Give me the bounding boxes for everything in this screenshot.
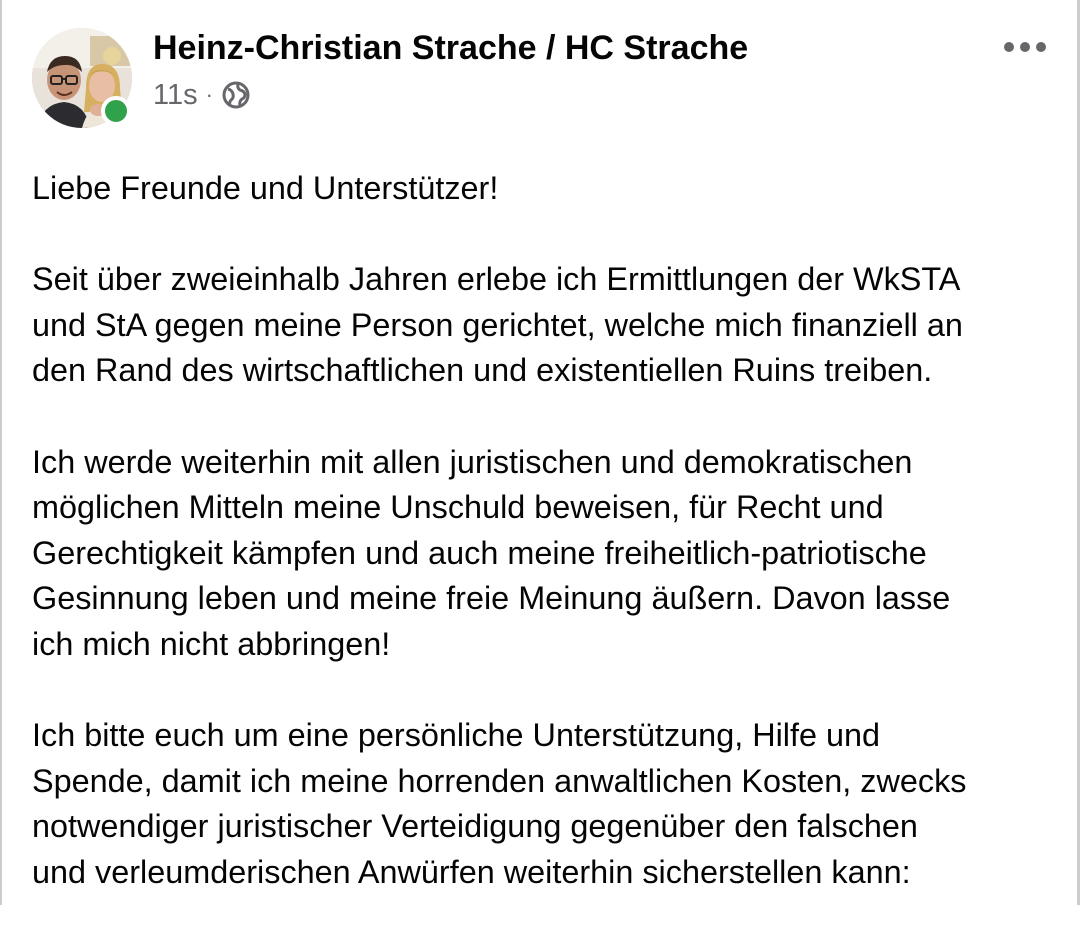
more-options-icon <box>1004 42 1046 52</box>
post-timestamp[interactable]: 11s <box>153 79 198 112</box>
globe-icon[interactable] <box>221 80 251 110</box>
post-header: Heinz-Christian Strache / HC Strache 11s… <box>32 28 1048 130</box>
more-options-button[interactable] <box>1000 32 1050 62</box>
meta-separator: · <box>205 82 213 107</box>
post-meta: 11s · <box>153 78 251 112</box>
post-paragraph: Liebe Freunde und Unterstützer! <box>32 170 499 206</box>
post-paragraph: Ich werde weiterhin mit allen juristisch… <box>32 443 951 662</box>
online-status-dot <box>101 96 131 126</box>
post-card: Heinz-Christian Strache / HC Strache 11s… <box>0 0 1080 905</box>
post-paragraph: Ich bitte euch um eine persönliche Unter… <box>32 717 967 890</box>
author-name[interactable]: Heinz-Christian Strache / HC Strache <box>153 28 748 68</box>
post-text: Liebe Freunde und Unterstützer! Seit übe… <box>32 166 1052 941</box>
post-paragraph: Seit über zweieinhalb Jahren erlebe ich … <box>32 261 963 389</box>
